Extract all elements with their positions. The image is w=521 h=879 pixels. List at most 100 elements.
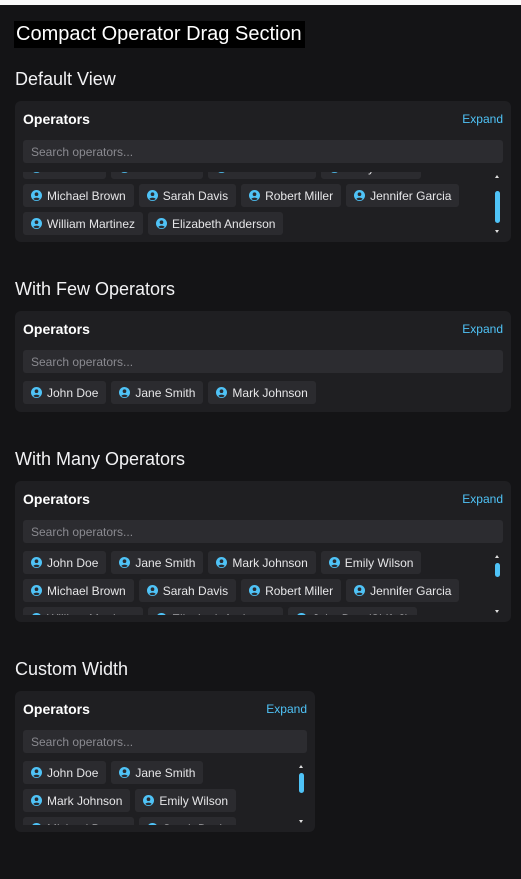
operator-name: Jane Smith xyxy=(135,172,195,175)
operator-chip[interactable]: Robert Miller xyxy=(241,579,342,602)
page-title: Compact Operator Drag Section xyxy=(14,21,305,48)
scroll-up-arrow[interactable] xyxy=(495,555,499,558)
operator-name: Elizabeth Anderson xyxy=(172,612,275,616)
operator-name: John Doe xyxy=(47,172,98,175)
operators-list: John Doe Jane Smith Mark Johnson Emily Wils… xyxy=(23,761,288,825)
operator-name: Sarah Davis xyxy=(163,822,228,826)
operator-chip[interactable]: William Martinez xyxy=(23,212,144,235)
operator-name: Emily Wilson xyxy=(344,555,414,570)
operator-chip[interactable]: John Doe xyxy=(23,551,107,574)
search-operators-input[interactable] xyxy=(23,350,503,373)
user-circle-icon xyxy=(147,823,157,825)
user-circle-icon xyxy=(157,613,166,615)
expand-button[interactable]: Expand xyxy=(462,492,503,506)
operator-chip[interactable]: Elizabeth Anderson xyxy=(148,212,284,235)
scroll-up-arrow[interactable] xyxy=(299,765,303,768)
operators-panel-default: Operators Expand John Doe Jane Smith Mark … xyxy=(15,101,511,242)
operators-panel-few: Operators Expand John Doe Jane Smith Mark … xyxy=(15,311,511,412)
user-circle-icon xyxy=(354,190,366,201)
operators-scrollbar[interactable] xyxy=(299,765,304,823)
panel-title: Operators xyxy=(23,491,90,507)
user-circle-icon xyxy=(31,218,42,229)
operator-chip[interactable]: Michael Brown xyxy=(23,579,134,602)
operator-chip[interactable]: Jane Smith xyxy=(111,761,204,784)
operator-chip[interactable]: Sarah Davis xyxy=(138,817,237,826)
operator-chip[interactable]: Emily Wilson xyxy=(320,172,422,179)
operator-chip[interactable]: Michael Brown xyxy=(23,817,134,825)
operator-name: Mark Johnson xyxy=(232,172,307,175)
operator-name: Michael Brown xyxy=(47,188,126,203)
operator-chip[interactable]: Emily Wilson xyxy=(135,789,237,812)
operator-chip[interactable]: William Martinez xyxy=(23,607,144,616)
search-operators-input[interactable] xyxy=(23,140,503,163)
expand-button[interactable]: Expand xyxy=(462,322,503,336)
scroll-thumb[interactable] xyxy=(299,773,304,793)
operator-chip[interactable]: Michael Brown xyxy=(23,184,134,207)
expand-button[interactable]: Expand xyxy=(266,702,307,716)
operator-name: John Doe xyxy=(47,385,99,400)
user-circle-icon xyxy=(328,557,340,568)
expand-button[interactable]: Expand xyxy=(462,112,503,126)
operator-chip[interactable]: Mark Johnson xyxy=(208,381,316,404)
scroll-down-arrow[interactable] xyxy=(299,820,303,823)
operator-chip[interactable]: Jane Smith xyxy=(111,551,204,574)
user-circle-icon xyxy=(33,172,40,173)
operator-chip[interactable]: Elizabeth Anderson xyxy=(148,607,284,616)
operator-chip[interactable]: Jennifer Garcia xyxy=(346,579,460,602)
panel-header: Operators Expand xyxy=(23,701,307,719)
section-title-custom-width: Custom Width xyxy=(15,659,129,679)
scroll-thumb[interactable] xyxy=(495,191,500,223)
operators-list: John Doe Jane Smith Mark Johnson xyxy=(23,381,501,405)
user-circle-icon xyxy=(143,795,155,806)
operator-chip[interactable]: Mark Johnson xyxy=(208,551,316,574)
operator-chip[interactable]: Sarah Davis xyxy=(138,184,237,207)
operator-chip[interactable]: Mark Johnson xyxy=(208,172,316,179)
operator-chip[interactable]: John Doe xyxy=(23,761,107,784)
operator-chip[interactable]: John Doe xyxy=(23,172,107,179)
operator-name: Jennifer Garcia xyxy=(370,583,452,598)
operators-scrollbar[interactable] xyxy=(495,175,500,233)
panel-title: Operators xyxy=(23,111,90,127)
scroll-up-arrow[interactable] xyxy=(495,175,499,178)
user-circle-icon xyxy=(119,387,131,398)
operator-chip[interactable]: Emily Wilson xyxy=(320,551,422,574)
operator-chip[interactable]: Mark Johnson xyxy=(23,789,131,812)
operator-chip[interactable]: Jennifer Garcia xyxy=(346,184,460,207)
scroll-down-arrow[interactable] xyxy=(495,230,499,233)
operator-chip[interactable]: Robert Miller xyxy=(241,184,342,207)
operator-name: Elizabeth Anderson xyxy=(172,216,276,231)
operator-chip[interactable]: Sarah Davis xyxy=(138,579,237,602)
operator-name: Mark Johnson xyxy=(232,385,308,400)
user-circle-icon xyxy=(31,795,42,806)
operators-list: John Doe Jane Smith Mark Johnson Emily Wils… xyxy=(23,551,481,615)
search-operators-input[interactable] xyxy=(23,520,503,543)
operator-name: Mark Johnson xyxy=(232,555,308,570)
user-circle-icon xyxy=(216,557,228,568)
scroll-thumb[interactable] xyxy=(495,563,500,577)
scroll-down-arrow[interactable] xyxy=(495,610,499,613)
user-circle-icon xyxy=(297,613,307,615)
operators-scrollbar[interactable] xyxy=(495,555,500,613)
operator-name: Jane Smith xyxy=(135,555,196,570)
operator-name: Jane Smith xyxy=(135,385,196,400)
user-circle-icon xyxy=(146,190,158,201)
operator-chip[interactable]: John Doe (Shift 2) xyxy=(288,607,418,615)
operators-panel-many: Operators Expand John Doe Jane Smith Mark … xyxy=(15,481,511,622)
user-circle-icon xyxy=(119,557,131,568)
user-circle-icon xyxy=(31,585,42,596)
panel-title: Operators xyxy=(23,321,90,337)
operator-name: William Martinez xyxy=(47,612,135,616)
operator-chip[interactable]: John Doe xyxy=(23,381,107,404)
operator-name: John Doe xyxy=(47,555,99,570)
user-circle-icon xyxy=(218,172,226,173)
operator-name: Emily Wilson xyxy=(345,172,414,175)
operator-chip[interactable]: Jane Smith xyxy=(111,381,204,404)
operator-name: Sarah Davis xyxy=(162,583,229,598)
operator-name: Michael Brown xyxy=(47,583,126,598)
operator-name: William Martinez xyxy=(47,216,136,231)
search-operators-input[interactable] xyxy=(23,730,307,753)
section-title-default-view: Default View xyxy=(15,69,116,89)
panel-header: Operators Expand xyxy=(23,111,503,129)
operator-chip[interactable]: Jane Smith xyxy=(111,172,204,179)
user-circle-icon xyxy=(31,557,42,568)
